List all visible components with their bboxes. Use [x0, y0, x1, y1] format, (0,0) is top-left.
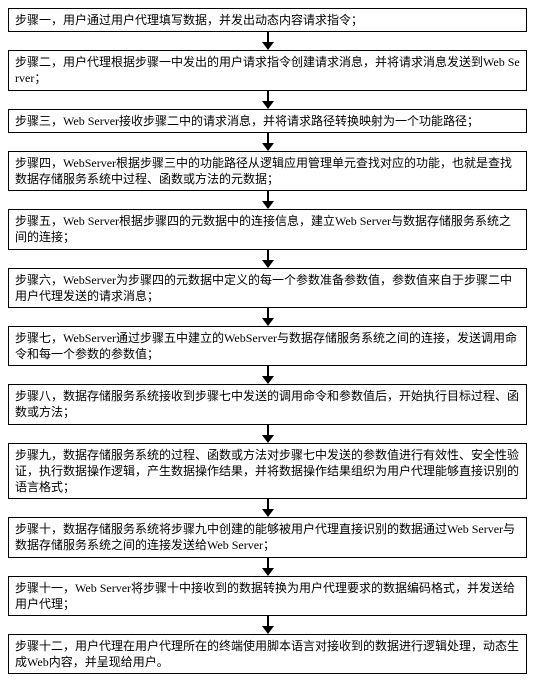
flowchart: 步骤一，用户通过用户代理填写数据，并发出动态内容请求指令； 步骤二，用户代理根据…	[8, 8, 527, 674]
arrow	[8, 499, 527, 517]
step-4: 步骤四，WebServer根据步骤三中的功能路径从逻辑应用管理单元查找对应的功能…	[8, 151, 527, 191]
step-8: 步骤八，数据存储服务系统接收到步骤七中发送的调用命令和参数值后，开始执行目标过程…	[8, 384, 527, 424]
step-1: 步骤一，用户通过用户代理填写数据，并发出动态内容请求指令；	[8, 8, 527, 32]
arrow	[8, 366, 527, 384]
arrow	[8, 91, 527, 109]
step-11: 步骤十一，Web Server将步骤十中接收到的数据转换为用户代理要求的数据编码…	[8, 576, 527, 616]
step-6: 步骤六，WebServer为步骤四的元数据中定义的每一个参数准备参数值，参数值来…	[8, 268, 527, 308]
arrow	[8, 250, 527, 268]
step-9: 步骤九，数据存储服务系统的过程、函数或方法对步骤七中发送的参数值进行有效性、安全…	[8, 443, 527, 500]
step-2: 步骤二，用户代理根据步骤一中发出的用户请求指令创建请求消息，并将请求消息发送到W…	[8, 50, 527, 90]
arrow	[8, 191, 527, 209]
step-10: 步骤十，数据存储服务系统将步骤九中创建的能够被用户代理直接识别的数据通过Web …	[8, 517, 527, 557]
step-12: 步骤十二，用户代理在用户代理所在的终端使用脚本语言对接收到的数据进行逻辑处理，动…	[8, 634, 527, 674]
step-3: 步骤三，Web Server接收步骤二中的请求消息，并将请求路径转换映射为一个功…	[8, 109, 527, 133]
arrow	[8, 133, 527, 151]
arrow	[8, 308, 527, 326]
step-7: 步骤七，WebServer通过步骤五中建立的WebServer与数据存储服务系统…	[8, 326, 527, 366]
step-5: 步骤五，Web Server根据步骤四的元数据中的连接信息，建立Web Serv…	[8, 209, 527, 249]
arrow	[8, 32, 527, 50]
arrow	[8, 558, 527, 576]
arrow	[8, 425, 527, 443]
arrow	[8, 616, 527, 634]
